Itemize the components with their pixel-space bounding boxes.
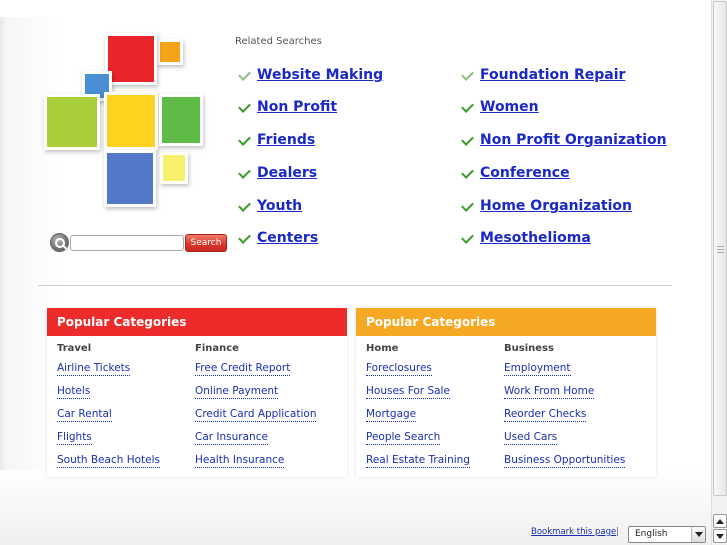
category-link[interactable]: Hotels — [57, 384, 91, 399]
related-link[interactable]: Dealers — [257, 165, 317, 181]
checkmark-icon — [236, 165, 252, 181]
checkmark-icon — [459, 67, 475, 83]
site-logo — [42, 32, 222, 212]
category-column-home: Home Foreclosures Houses For Sale Mortga… — [366, 343, 470, 476]
logo-square-orange — [157, 39, 183, 65]
category-link[interactable]: Employment — [504, 361, 571, 376]
related-link[interactable]: Centers — [257, 230, 318, 246]
category-column-travel: Travel Airline Tickets Hotels Car Rental… — [57, 343, 161, 476]
related-item[interactable]: Foundation Repair — [459, 65, 625, 85]
checkmark-icon — [236, 132, 252, 148]
top-bar — [0, 0, 711, 17]
search-button[interactable]: Search — [185, 234, 227, 252]
related-item[interactable]: Home Organization — [459, 196, 632, 216]
category-column-title: Finance — [195, 343, 239, 354]
category-link[interactable]: Work From Home — [504, 384, 595, 399]
scroll-down-button[interactable] — [713, 529, 727, 543]
category-link[interactable]: Real Estate Training — [366, 453, 470, 468]
category-link[interactable]: Free Credit Report — [195, 361, 291, 376]
logo-square-lime — [44, 94, 100, 150]
category-link[interactable]: Credit Card Application — [195, 407, 317, 422]
logo-square-blue — [104, 150, 156, 207]
related-link[interactable]: Women — [480, 99, 539, 115]
chevron-down-icon[interactable] — [691, 527, 705, 542]
category-link[interactable]: Mortgage — [366, 407, 417, 422]
category-column-title: Travel — [57, 343, 92, 354]
category-link[interactable]: Used Cars — [504, 430, 558, 445]
category-column-title: Business — [504, 343, 554, 354]
checkmark-icon — [459, 132, 475, 148]
magnifier-icon — [50, 233, 69, 252]
category-link[interactable]: Health Insurance — [195, 453, 285, 468]
language-select[interactable]: English — [628, 526, 706, 543]
checkmark-icon — [236, 198, 252, 214]
popular-categories-box: Popular Categories Home Foreclosures Hou… — [356, 308, 656, 477]
category-column-business: Business Employment Work From Home Reord… — [504, 343, 626, 476]
scrollbar-thumb[interactable] — [713, 1, 727, 496]
related-item[interactable]: Website Making — [236, 65, 383, 85]
checkmark-icon — [459, 165, 475, 181]
language-value: English — [635, 529, 668, 539]
logo-square-yellow-light — [160, 152, 188, 184]
related-link[interactable]: Friends — [257, 132, 315, 148]
related-link[interactable]: Mesothelioma — [480, 230, 591, 246]
logo-square-yellow — [104, 92, 158, 150]
bookmark-link[interactable]: Bookmark this page — [531, 527, 616, 537]
checkmark-icon — [236, 99, 252, 115]
category-header: Popular Categories — [47, 308, 347, 336]
category-link[interactable]: Car Insurance — [195, 430, 268, 445]
checkmark-icon — [459, 230, 475, 246]
footer-separator: | — [616, 527, 620, 537]
related-item[interactable]: Women — [459, 97, 539, 117]
related-searches-title: Related Searches — [235, 36, 322, 47]
category-link[interactable]: Airline Tickets — [57, 361, 131, 376]
related-item[interactable]: Conference — [459, 163, 570, 183]
category-link[interactable]: Houses For Sale — [366, 384, 450, 399]
category-link[interactable]: South Beach Hotels — [57, 453, 161, 468]
related-item[interactable]: Youth — [236, 196, 302, 216]
checkmark-icon — [236, 230, 252, 246]
section-divider — [38, 285, 672, 286]
related-link[interactable]: Youth — [257, 198, 302, 214]
related-item[interactable]: Friends — [236, 130, 315, 150]
scroll-grip — [717, 252, 724, 253]
scroll-up-button[interactable] — [713, 514, 727, 528]
category-link[interactable]: Online Payment — [195, 384, 279, 399]
category-column-title: Home — [366, 343, 399, 354]
related-link[interactable]: Non Profit Organization — [480, 132, 667, 148]
related-link[interactable]: Home Organization — [480, 198, 632, 214]
vertical-scrollbar[interactable] — [711, 0, 727, 545]
search-input[interactable] — [70, 235, 184, 251]
logo-square-green — [159, 94, 203, 146]
popular-categories-box: Popular Categories Travel Airline Ticket… — [47, 308, 347, 477]
category-link[interactable]: Foreclosures — [366, 361, 432, 376]
related-item[interactable]: Centers — [236, 228, 318, 248]
related-link[interactable]: Non Profit — [257, 99, 337, 115]
related-link[interactable]: Foundation Repair — [480, 67, 625, 83]
category-link[interactable]: Car Rental — [57, 407, 112, 422]
related-link[interactable]: Website Making — [257, 67, 383, 83]
logo-square-red — [105, 33, 157, 85]
category-link[interactable]: People Search — [366, 430, 441, 445]
scroll-grip — [717, 246, 724, 247]
related-item[interactable]: Dealers — [236, 163, 317, 183]
checkmark-icon — [459, 198, 475, 214]
related-item[interactable]: Mesothelioma — [459, 228, 591, 248]
related-item[interactable]: Non Profit — [236, 97, 337, 117]
scroll-grip — [717, 249, 724, 250]
checkmark-icon — [459, 99, 475, 115]
related-item[interactable]: Non Profit Organization — [459, 130, 667, 150]
category-link[interactable]: Flights — [57, 430, 92, 445]
category-column-finance: Finance Free Credit Report Online Paymen… — [195, 343, 317, 476]
checkmark-icon — [236, 67, 252, 83]
category-header: Popular Categories — [356, 308, 656, 336]
category-link[interactable]: Reorder Checks — [504, 407, 587, 422]
related-link[interactable]: Conference — [480, 165, 570, 181]
category-link[interactable]: Business Opportunities — [504, 453, 626, 468]
